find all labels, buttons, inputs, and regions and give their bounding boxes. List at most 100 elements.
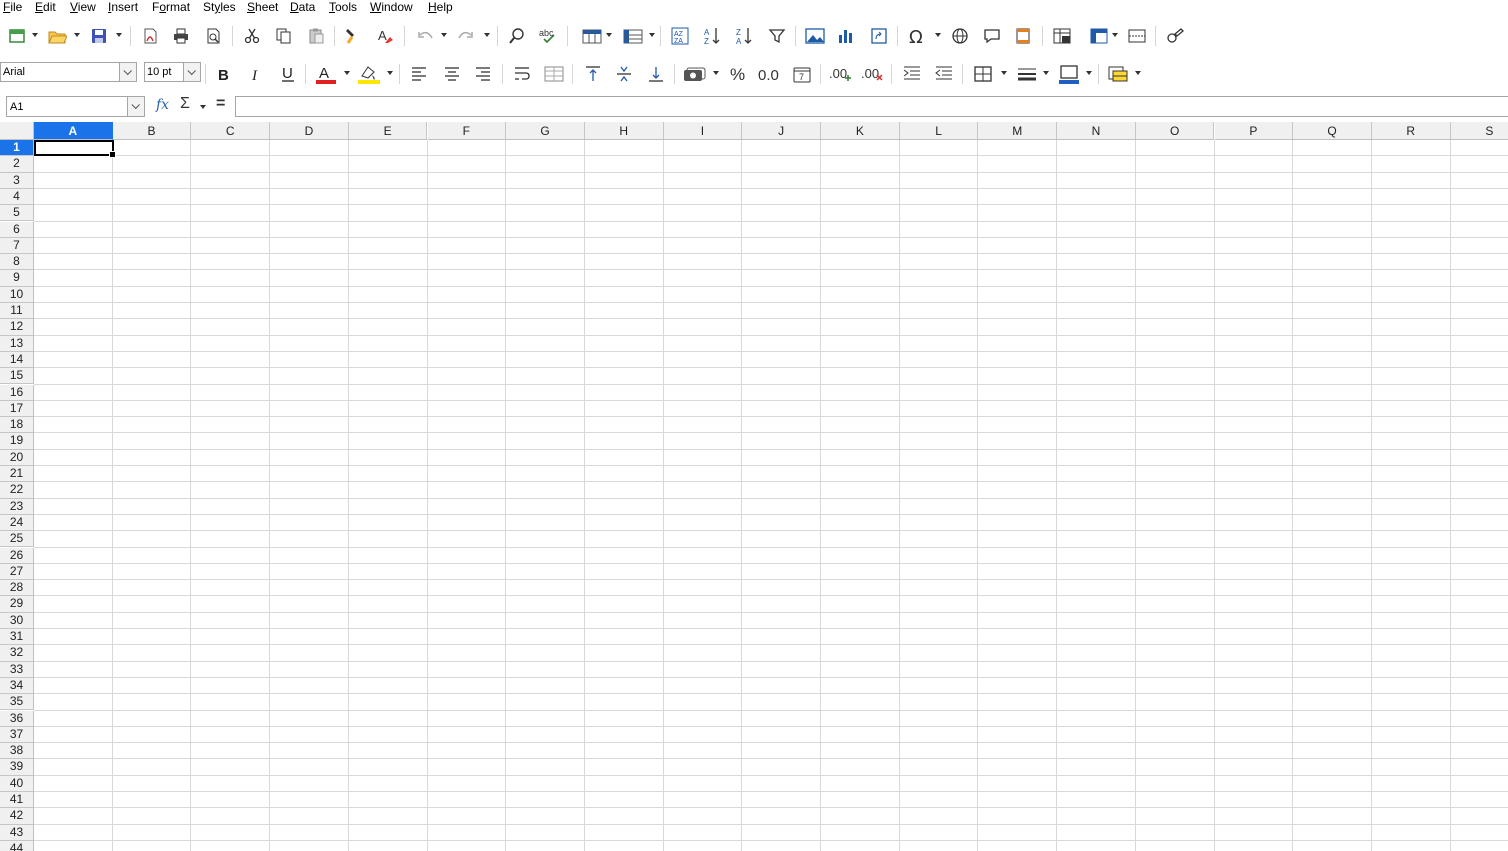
comment-icon[interactable]	[979, 24, 1005, 48]
align-bottom-icon[interactable]	[643, 62, 669, 86]
increase-indent-icon[interactable]	[899, 62, 925, 86]
row-header-35[interactable]: 35	[0, 694, 34, 711]
row-header-14[interactable]: 14	[0, 351, 34, 369]
font-color-dropdown[interactable]	[344, 71, 350, 75]
special-character-dropdown[interactable]	[935, 33, 941, 37]
row-header-8[interactable]: 8	[0, 254, 34, 271]
row-header-15[interactable]: 15	[0, 368, 34, 385]
sort-descending-icon[interactable]: ZA	[731, 24, 757, 48]
freeze-rows-columns-icon[interactable]	[1086, 24, 1112, 48]
redo-icon[interactable]	[453, 24, 479, 48]
delete-decimal-icon[interactable]: .00	[860, 62, 886, 86]
sum-dropdown[interactable]	[200, 105, 206, 109]
define-print-area-icon[interactable]	[1049, 24, 1075, 48]
row-header-16[interactable]: 16	[0, 384, 34, 401]
row-header-9[interactable]: 9	[0, 270, 34, 287]
freeze-dropdown[interactable]	[1112, 33, 1118, 37]
menu-insert[interactable]: Insert	[108, 0, 138, 14]
conditional-format-icon[interactable]	[1105, 62, 1131, 86]
borders-icon[interactable]	[970, 62, 996, 86]
row-header-17[interactable]: 17	[0, 400, 34, 418]
font-name-box[interactable]: Arial	[0, 62, 137, 82]
row-header-27[interactable]: 27	[0, 563, 34, 581]
select-all-corner[interactable]	[0, 122, 34, 140]
column-dropdown[interactable]	[649, 33, 655, 37]
currency-format-icon[interactable]	[682, 62, 708, 86]
italic-icon[interactable]: I	[243, 62, 269, 86]
row-header-11[interactable]: 11	[0, 303, 34, 320]
insert-chart-icon[interactable]	[833, 24, 859, 48]
wrap-text-icon[interactable]	[509, 62, 535, 86]
row-header-40[interactable]: 40	[0, 775, 34, 792]
row-header-34[interactable]: 34	[0, 677, 34, 695]
font-color-icon[interactable]: A	[313, 62, 339, 86]
row-dropdown[interactable]	[606, 33, 612, 37]
border-color-dropdown[interactable]	[1086, 71, 1092, 75]
currency-dropdown[interactable]	[713, 71, 719, 75]
menu-window[interactable]: Window	[370, 0, 413, 14]
special-character-icon[interactable]: Ω	[904, 24, 930, 48]
align-right-icon[interactable]	[470, 62, 496, 86]
number-format-icon[interactable]: 0.0	[757, 62, 783, 86]
font-size-dropdown-icon[interactable]	[183, 63, 200, 81]
row-header-12[interactable]: 12	[0, 319, 34, 336]
export-pdf-icon[interactable]	[137, 24, 163, 48]
row-header-10[interactable]: 10	[0, 286, 34, 303]
row-header-32[interactable]: 32	[0, 645, 34, 662]
row-header-2[interactable]: 2	[0, 156, 34, 173]
undo-dropdown[interactable]	[441, 33, 447, 37]
save-icon[interactable]	[86, 24, 112, 48]
row-header-13[interactable]: 13	[0, 335, 34, 352]
row-header-30[interactable]: 30	[0, 612, 34, 629]
row-header-7[interactable]: 7	[0, 237, 34, 255]
decrease-indent-icon[interactable]	[931, 62, 957, 86]
headers-footers-icon[interactable]	[1010, 24, 1036, 48]
menu-edit[interactable]: Edit	[35, 0, 56, 14]
row-header-4[interactable]: 4	[0, 188, 34, 206]
menu-format[interactable]: Format	[152, 0, 190, 14]
column-header-j[interactable]: J	[742, 122, 821, 140]
align-top-icon[interactable]	[580, 62, 606, 86]
bold-icon[interactable]: B	[211, 62, 237, 86]
sort-ascending-icon[interactable]: AZ	[699, 24, 725, 48]
center-vertically-icon[interactable]	[611, 62, 637, 86]
split-window-icon[interactable]	[1124, 24, 1150, 48]
column-header-d[interactable]: D	[270, 122, 349, 140]
column-header-f[interactable]: F	[427, 122, 507, 140]
row-header-3[interactable]: 3	[0, 172, 34, 189]
menu-file[interactable]: File	[3, 0, 22, 14]
row-header-36[interactable]: 36	[0, 710, 34, 727]
row-header-38[interactable]: 38	[0, 743, 34, 760]
print-icon[interactable]	[168, 24, 194, 48]
autofilter-icon[interactable]	[764, 24, 790, 48]
new-icon[interactable]	[4, 24, 30, 48]
row-header-1[interactable]: 1	[0, 140, 34, 157]
open-icon[interactable]	[44, 24, 70, 48]
redo-dropdown[interactable]	[484, 33, 490, 37]
menu-help[interactable]: Help	[428, 0, 453, 14]
column-header-q[interactable]: Q	[1293, 122, 1372, 140]
merge-cells-icon[interactable]	[541, 62, 567, 86]
sort-icon[interactable]: AZ ZA	[667, 24, 693, 48]
percent-format-icon[interactable]: %	[725, 62, 751, 86]
print-preview-icon[interactable]	[200, 24, 226, 48]
row-header-29[interactable]: 29	[0, 596, 34, 613]
column-header-a[interactable]: A	[34, 122, 113, 140]
menu-styles[interactable]: Styles	[203, 0, 236, 14]
border-style-icon[interactable]	[1014, 62, 1040, 86]
hyperlink-icon[interactable]	[947, 24, 973, 48]
row-header-28[interactable]: 28	[0, 580, 34, 597]
row-header-26[interactable]: 26	[0, 547, 34, 564]
menu-tools[interactable]: Tools	[329, 0, 357, 14]
autofill-handle[interactable]	[109, 151, 116, 158]
row-header-37[interactable]: 37	[0, 726, 34, 744]
column-header-i[interactable]: I	[663, 122, 743, 140]
column-header-c[interactable]: C	[191, 122, 271, 140]
column-header-b[interactable]: B	[112, 122, 192, 140]
border-color-icon[interactable]	[1056, 62, 1082, 86]
insert-image-icon[interactable]	[802, 24, 828, 48]
align-center-icon[interactable]	[439, 62, 465, 86]
row-header-39[interactable]: 39	[0, 759, 34, 776]
highlight-dropdown[interactable]	[387, 71, 393, 75]
name-box-dropdown-icon[interactable]	[127, 97, 144, 116]
